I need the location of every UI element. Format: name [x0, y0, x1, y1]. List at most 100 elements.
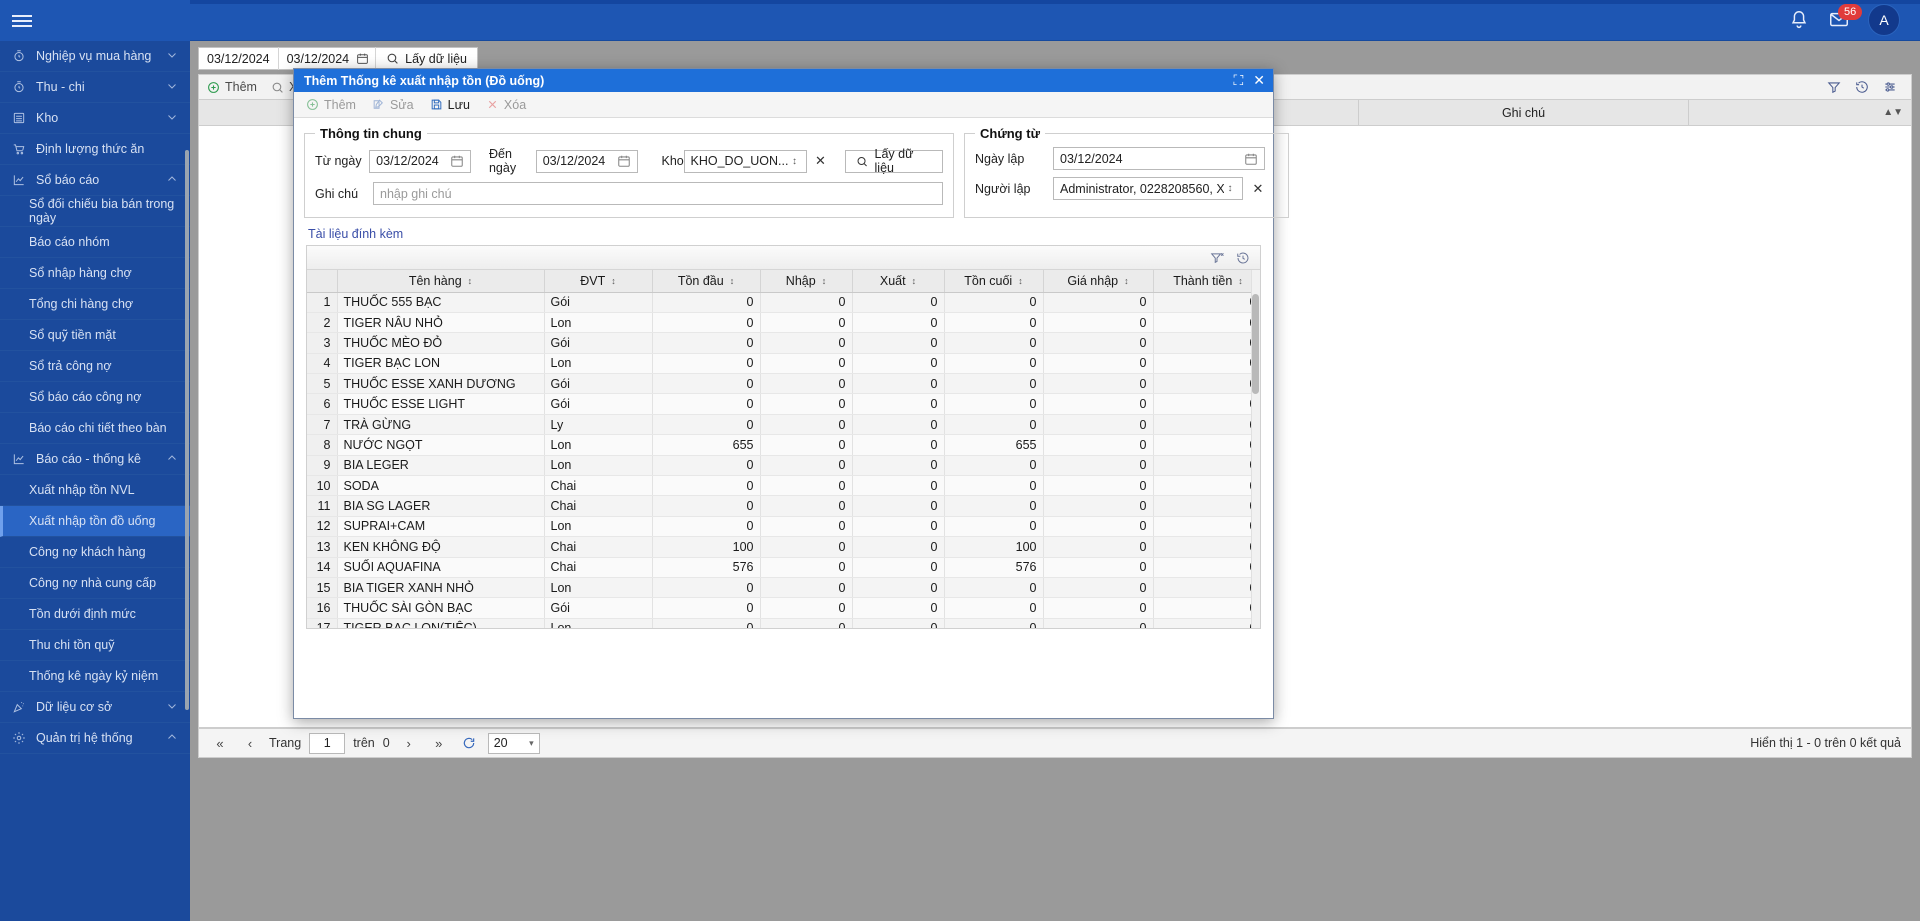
- sort-icon[interactable]: ▲▼: [1883, 107, 1911, 118]
- sidebar-item-bao-cao-chi-tiet-theo-ban[interactable]: Báo cáo chi tiết theo bàn: [0, 413, 190, 444]
- warehouse-select[interactable]: KHO_DO_UON... ↕: [683, 149, 808, 173]
- sort-updown-icon[interactable]: ↕: [468, 276, 473, 286]
- warehouse-clear-icon[interactable]: ✕: [813, 153, 827, 169]
- pagination-last-button[interactable]: »: [428, 732, 450, 754]
- column-header-dvt[interactable]: ĐVT ↕: [544, 270, 653, 293]
- filter-clear-icon[interactable]: [1210, 251, 1224, 265]
- table-row[interactable]: 12SUPRAI+CAMLon000000: [307, 516, 1260, 538]
- chevron-updown-icon[interactable]: ↕: [1224, 183, 1236, 194]
- creator-clear-icon[interactable]: ✕: [1251, 181, 1265, 197]
- pagination-refresh-icon[interactable]: [458, 732, 480, 754]
- pagination-page-size-select[interactable]: 20 ▾: [487, 732, 540, 754]
- sidebar-item-quan-tri-he-thong[interactable]: Quản trị hệ thống: [0, 723, 190, 754]
- maximize-icon[interactable]: ⛶: [1233, 72, 1243, 89]
- column-header-gia_nhap[interactable]: Giá nhập ↕: [1043, 270, 1154, 293]
- table-row[interactable]: 14SUỐI AQUAFINAChai5760057600: [307, 557, 1260, 578]
- sidebar-item-so-nhap-hang-cho[interactable]: Sổ nhập hàng chợ: [0, 258, 190, 289]
- column-header-ten_hang[interactable]: Tên hàng ↕: [337, 270, 545, 293]
- table-row[interactable]: 4TIGER BẠC LONLon000000: [307, 353, 1260, 375]
- sort-updown-icon[interactable]: ↕: [1238, 276, 1243, 286]
- table-row[interactable]: 5THUỐC ESSE XANH DƯƠNGGói000000: [307, 373, 1260, 395]
- calendar-icon[interactable]: [450, 154, 464, 168]
- calendar-icon[interactable]: [617, 154, 631, 168]
- sort-updown-icon[interactable]: ↕: [611, 276, 616, 286]
- sidebar-item-xuat-nhap-ton-do-uong[interactable]: Xuất nhập tồn đồ uống: [0, 506, 190, 537]
- pagination-prev-button[interactable]: ‹: [239, 732, 261, 754]
- sidebar-item-so-doi-chieu-bia[interactable]: Sổ đối chiếu bia bán trong ngày: [0, 196, 190, 227]
- pagination-next-button[interactable]: ›: [398, 732, 420, 754]
- column-header-ton_dau[interactable]: Tồn đầu ↕: [652, 270, 761, 293]
- sort-updown-icon[interactable]: ↕: [822, 276, 827, 286]
- table-row[interactable]: 6THUỐC ESSE LIGHTGói000000: [307, 393, 1260, 415]
- background-grid-col-note[interactable]: Ghi chú: [1359, 99, 1689, 126]
- sidebar-item-thu-chi-ton-quy[interactable]: Thu chi tồn quỹ: [0, 630, 190, 661]
- sort-updown-icon[interactable]: ↕: [1018, 276, 1023, 286]
- background-get-data-button[interactable]: Lấy dữ liệu: [376, 47, 477, 70]
- column-header-ton_cuoi[interactable]: Tồn cuối ↕: [944, 270, 1044, 293]
- sidebar-item-so-tra-cong-no[interactable]: Sổ trả công nợ: [0, 351, 190, 382]
- sort-updown-icon[interactable]: ↕: [912, 276, 917, 286]
- creator-select[interactable]: Administrator, 0228208560, Xã... ↕: [1053, 177, 1243, 200]
- sidebar-item-kho[interactable]: Kho: [0, 103, 190, 134]
- sidebar-item-cong-no-nha-cung-cap[interactable]: Công nợ nhà cung cấp: [0, 568, 190, 599]
- chevron-updown-icon[interactable]: ↕: [788, 156, 800, 167]
- sidebar-item-tong-chi-hang-cho[interactable]: Tổng chi hàng chợ: [0, 289, 190, 320]
- hamburger-icon[interactable]: [0, 0, 190, 41]
- sidebar-item-so-bao-cao-cong-no[interactable]: Sổ báo cáo công nợ: [0, 382, 190, 413]
- get-data-button[interactable]: Lấy dữ liệu: [845, 147, 943, 175]
- table-row[interactable]: 8NƯỚC NGỌTLon6550065500: [307, 434, 1260, 456]
- history-icon[interactable]: [1236, 251, 1250, 265]
- sidebar-item-nghiep-vu-mua-hang[interactable]: Nghiệp vụ mua hàng: [0, 41, 190, 72]
- table-row[interactable]: 11BIA SG LAGERChai000000: [307, 495, 1260, 517]
- sidebar-item-xuat-nhap-ton-nvl[interactable]: Xuất nhập tồn NVL: [0, 475, 190, 506]
- column-header-xuat[interactable]: Xuất ↕: [852, 270, 945, 293]
- history-icon[interactable]: [1855, 80, 1869, 94]
- pagination-page-input[interactable]: 1: [309, 732, 346, 754]
- sidebar-item-so-bao-cao[interactable]: Sổ báo cáo: [0, 165, 190, 196]
- table-row[interactable]: 1THUỐC 555 BẠCGói000000: [307, 292, 1260, 313]
- calendar-icon[interactable]: [1244, 152, 1258, 166]
- table-row[interactable]: 7TRÀ GỪNGLy000000: [307, 414, 1260, 436]
- message-icon-wrapper[interactable]: 56: [1828, 4, 1863, 31]
- note-input[interactable]: nhập ghi chú: [373, 182, 943, 205]
- dialog-edit-button[interactable]: Sửa: [372, 98, 414, 112]
- table-row[interactable]: 13KEN KHÔNG ĐỘChai1000010000: [307, 536, 1260, 558]
- sidebar-item-cong-no-khach-hang[interactable]: Công nợ khách hàng: [0, 537, 190, 568]
- avatar[interactable]: A: [1868, 4, 1900, 36]
- sidebar-item-ton-duoi-dinh-muc[interactable]: Tồn dưới định mức: [0, 599, 190, 630]
- sort-updown-icon[interactable]: ↕: [730, 276, 735, 286]
- sidebar-item-du-lieu-co-so[interactable]: Dữ liệu cơ sở: [0, 692, 190, 723]
- settings-sliders-icon[interactable]: [1883, 80, 1897, 94]
- background-date-to[interactable]: 03/12/2024: [279, 47, 377, 70]
- filter-clear-icon[interactable]: [1827, 80, 1841, 94]
- sidebar-scrollbar[interactable]: [185, 150, 189, 710]
- close-icon[interactable]: ✕: [1253, 72, 1265, 89]
- notification-bell-icon[interactable]: [1788, 9, 1810, 31]
- sidebar-item-bao-cao-thong-ke[interactable]: Báo cáo - thống kê: [0, 444, 190, 475]
- column-header-nhap[interactable]: Nhập ↕: [760, 270, 853, 293]
- from-date-input[interactable]: 03/12/2024: [369, 149, 471, 173]
- sort-updown-icon[interactable]: ↕: [1124, 276, 1129, 286]
- sidebar-item-bao-cao-nhom[interactable]: Báo cáo nhóm: [0, 227, 190, 258]
- sidebar-item-thu-chi[interactable]: Thu - chi: [0, 72, 190, 103]
- dialog-save-button[interactable]: Lưu: [430, 98, 470, 112]
- table-row[interactable]: 15BIA TIGER XANH NHỎLon000000: [307, 577, 1260, 599]
- table-row[interactable]: 16THUỐC SÀI GÒN BẠCGói000000: [307, 597, 1260, 619]
- to-date-input[interactable]: 03/12/2024: [535, 149, 638, 173]
- pagination-first-button[interactable]: «: [209, 732, 231, 754]
- grid-scrollbar-thumb[interactable]: [1252, 294, 1259, 394]
- background-add-button[interactable]: Thêm: [207, 80, 257, 94]
- attachment-link[interactable]: Tài liệu đính kèm: [308, 227, 403, 241]
- column-header-thanh_tien[interactable]: Thành tiền ↕: [1153, 270, 1260, 293]
- dialog-delete-button[interactable]: Xóa: [486, 98, 526, 112]
- dialog-add-button[interactable]: Thêm: [306, 98, 356, 112]
- table-row[interactable]: 9BIA LEGERLon000000: [307, 455, 1260, 477]
- created-date-input[interactable]: 03/12/2024: [1053, 147, 1265, 170]
- table-row[interactable]: 3THUỐC MÈO ĐỎGói000000: [307, 332, 1260, 354]
- background-date-from[interactable]: 03/12/2024: [199, 47, 279, 70]
- table-row[interactable]: 17TIGER BẠC LON(TIỆC)Lon000000: [307, 618, 1260, 628]
- sidebar-item-so-quy-tien-mat[interactable]: Sổ quỹ tiền mặt: [0, 320, 190, 351]
- table-row[interactable]: 2TIGER NÂU NHỎLon000000: [307, 312, 1260, 334]
- sidebar-item-dinh-luong-thuc-an[interactable]: Định lượng thức ăn: [0, 134, 190, 165]
- sidebar-item-thong-ke-ngay-ky-niem[interactable]: Thống kê ngày kỷ niệm: [0, 661, 190, 692]
